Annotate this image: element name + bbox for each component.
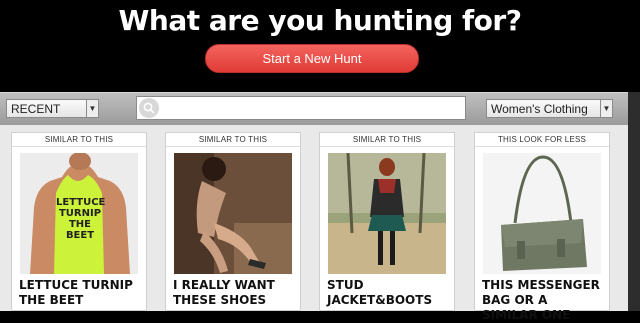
filter-toolbar: RECENT ▼ Women's Clothing ▼	[0, 92, 640, 126]
hunt-card[interactable]: SIMILAR TO THIS LETTUCE TURNIP THE BEET …	[11, 132, 147, 311]
tank-top-print: LETTUCE TURNIP THE BEET	[56, 197, 106, 241]
card-title[interactable]: LETTUCE TURNIP THE BEET	[19, 278, 143, 308]
hunt-card[interactable]: SIMILAR TO THIS STUD JACKET&BOOTS	[319, 132, 455, 311]
chevron-down-icon: ▼	[600, 100, 612, 117]
divider	[166, 146, 300, 147]
category-select[interactable]: Women's Clothing ▼	[486, 99, 613, 118]
card-title[interactable]: THIS MESSENGER BAG OR A SIMILAR ONE	[482, 278, 606, 323]
card-label: SIMILAR TO THIS	[198, 135, 268, 144]
page-edge	[628, 92, 640, 311]
divider	[12, 146, 146, 147]
search-input[interactable]	[136, 96, 466, 120]
chevron-down-icon: ▼	[86, 100, 98, 117]
card-title[interactable]: STUD JACKET&BOOTS	[327, 278, 451, 308]
hero-title: What are you hunting for?	[118, 4, 522, 37]
category-select-value: Women's Clothing	[491, 102, 588, 116]
divider	[475, 146, 609, 147]
hunt-card[interactable]: SIMILAR TO THIS I REALLY WANT THESE SHOE…	[165, 132, 301, 311]
sort-select-value: RECENT	[11, 102, 61, 116]
card-label: THIS LOOK FOR LESS	[497, 135, 587, 144]
hunt-grid: SIMILAR TO THIS LETTUCE TURNIP THE BEET …	[0, 125, 640, 322]
jacket-boots-photo[interactable]	[328, 153, 446, 274]
divider	[320, 146, 454, 147]
card-label: SIMILAR TO THIS	[352, 135, 422, 144]
hunt-card[interactable]: THIS LOOK FOR LESS THIS MESSENGER BAG OR…	[474, 132, 610, 322]
messenger-bag-photo[interactable]	[483, 153, 601, 274]
start-new-hunt-button[interactable]: Start a New Hunt	[205, 44, 419, 73]
hero-section: What are you hunting for? Start a New Hu…	[0, 0, 640, 92]
card-label: SIMILAR TO THIS	[44, 135, 114, 144]
shoes-photo[interactable]	[174, 153, 292, 274]
card-title[interactable]: I REALLY WANT THESE SHOES	[173, 278, 297, 308]
search-icon	[139, 98, 159, 118]
tank-top-photo[interactable]: LETTUCE TURNIP THE BEET	[20, 153, 138, 274]
sort-select[interactable]: RECENT ▼	[6, 99, 99, 118]
